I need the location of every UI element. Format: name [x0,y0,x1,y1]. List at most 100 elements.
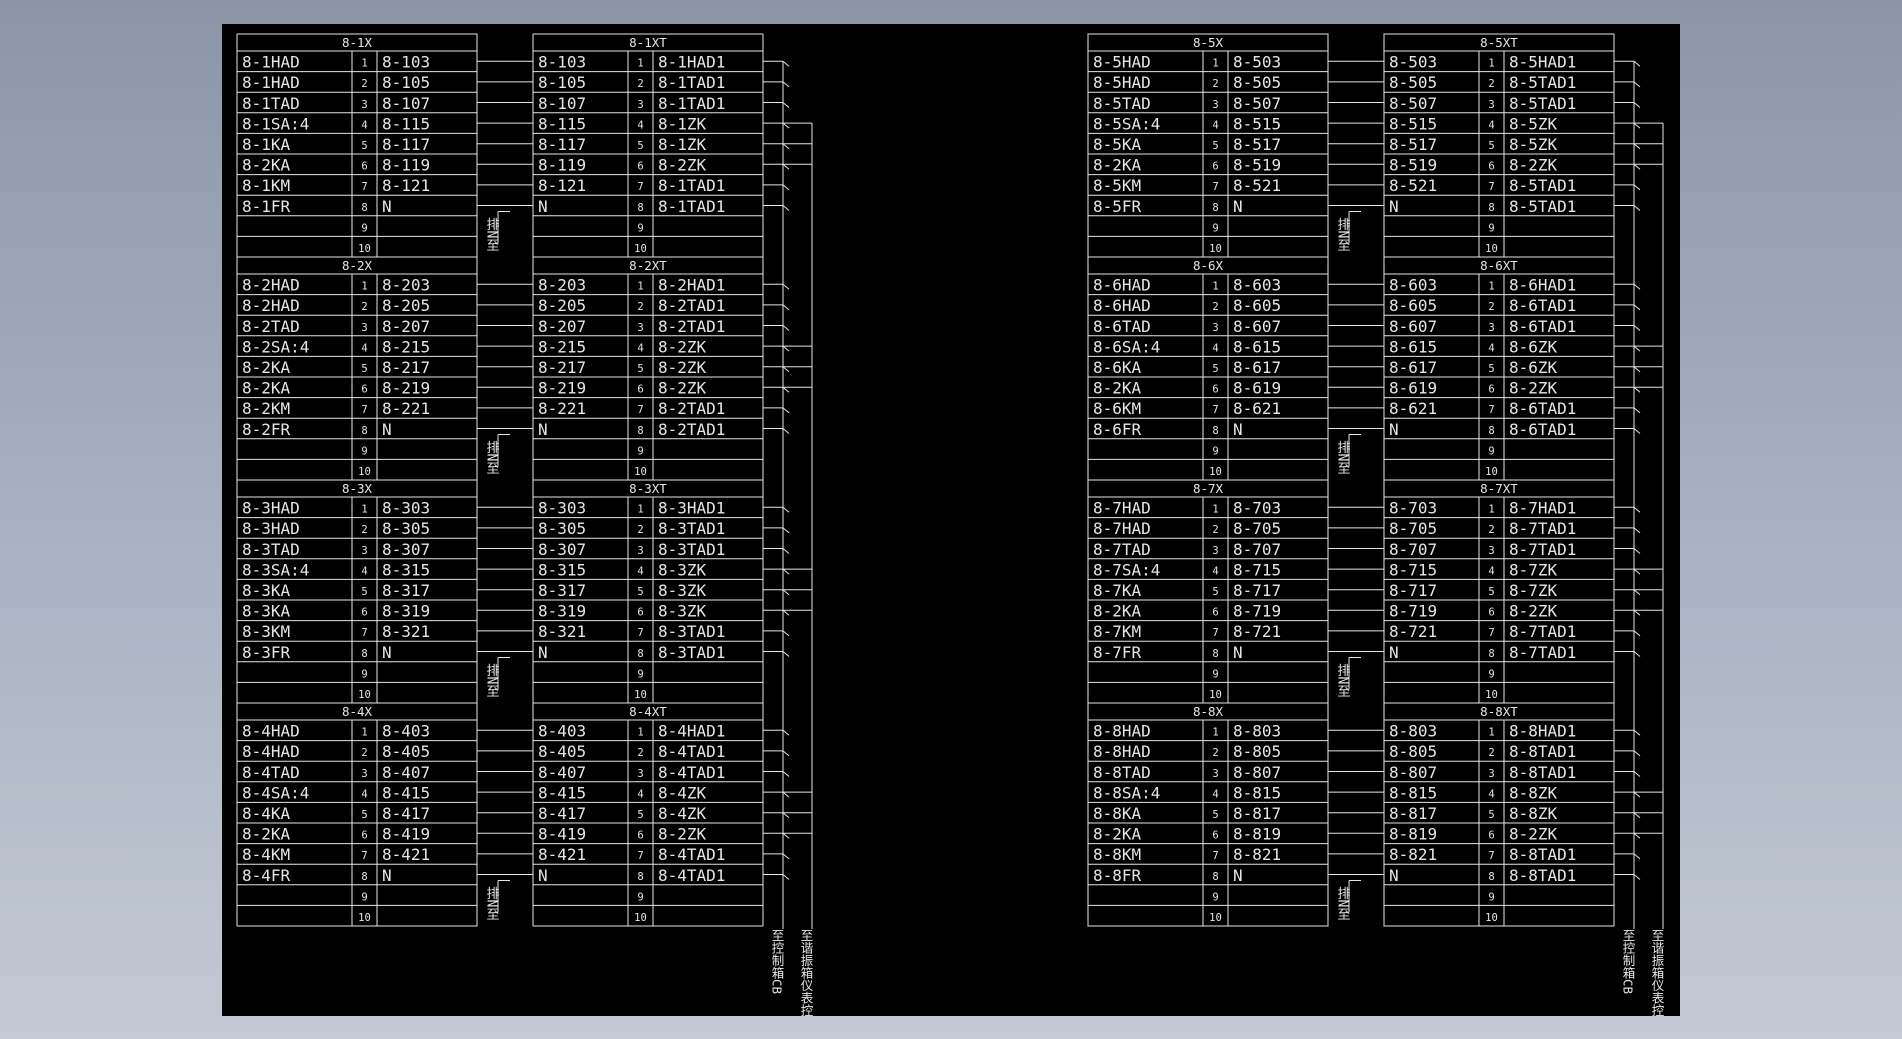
terminal-cell: 8-221 [382,399,430,418]
terminal-number: 9 [1212,668,1218,680]
terminal-number: 2 [361,747,367,759]
x-terminal-block: 8-2X 8-2HAD 1 8-203 8-2HAD 2 8-205 8-2TAD 3 8-207… [236,256,478,481]
terminal-number: 2 [361,524,367,536]
terminal-number: 4 [1488,119,1494,131]
terminal-cell: 8-4TAD1 [658,845,725,864]
output-tick [1633,791,1641,798]
output-tick [1633,184,1641,191]
terminal-number: 3 [1488,322,1494,334]
terminal-number: 10 [1209,912,1222,924]
terminal-number: 3 [637,768,643,780]
terminal-cell: 8-519 [1233,156,1281,175]
terminal-cell: 8-507 [1233,94,1281,113]
terminal-number: 1 [637,504,643,516]
output-tick [782,407,790,414]
terminal-cell: 8-319 [382,602,430,621]
terminal-number: 6 [637,161,643,173]
block-title: 8-1XT [629,35,667,50]
terminal-cell: 8-517 [1389,135,1437,154]
terminal-cell: 8-415 [382,783,430,802]
terminal-cell: 8-1HAD [242,73,300,92]
terminal-number: 7 [1488,181,1494,193]
terminal-cell: 8-415 [538,783,586,802]
terminal-cell: 8-717 [1233,581,1281,600]
terminal-number: 7 [361,404,367,416]
terminal-number: 4 [637,342,643,354]
terminal-number: 3 [1488,768,1494,780]
block-title: 8-2X [342,258,373,273]
terminal-number: 4 [1212,565,1218,577]
terminal-cell: 8-4FR [242,866,291,885]
terminal-cell: 8-8TAD1 [1509,866,1576,885]
terminal-cell: 8-4HAD [242,722,300,741]
terminal-cell: 8-621 [1389,399,1437,418]
terminal-cell: 8-7TAD1 [1509,519,1576,538]
terminal-cell: 8-2KA [1093,379,1142,398]
terminal-cell: 8-107 [382,94,430,113]
terminal-number: 6 [637,384,643,396]
output-tick [782,568,790,575]
terminal-cell: 8-1KM [242,176,290,195]
block-title: 8-1X [342,35,373,50]
block-title: 8-3X [342,481,373,496]
terminal-cell: 8-805 [1233,742,1281,761]
output-tick [782,729,790,736]
terminal-cell: 8-2HAD [242,296,300,315]
terminal-cell: 8-1TAD1 [658,73,725,92]
terminal-cell: 8-3TAD1 [658,622,725,641]
x-terminal-block: 8-8X 8-8HAD 1 8-803 8-8HAD 2 8-805 8-8TAD 3 8-807… [1087,702,1329,927]
terminal-number: 9 [637,445,643,457]
terminal-number: 9 [1212,891,1218,903]
output-tick [782,386,790,393]
terminal-number: 7 [361,181,367,193]
terminal-cell: 8-7ZK [1509,581,1558,600]
output-tick [782,60,790,67]
terminal-cell: 8-119 [382,156,430,175]
output-tick [1633,407,1641,414]
terminal-number: 2 [1488,301,1494,313]
terminal-cell: 8-2TAD [242,317,300,336]
terminal-number: 8 [361,425,367,437]
terminal-cell: 8-719 [1233,602,1281,621]
terminal-number: 10 [358,466,371,478]
x-terminal-block: 8-3X 8-3HAD 1 8-303 8-3HAD 2 8-305 8-3TAD 3 8-307… [236,479,478,704]
terminal-cell: 8-605 [1389,296,1437,315]
terminal-cell: 8-303 [538,499,586,518]
output-tick [782,651,790,657]
terminal-cell: 8-3FR [242,643,291,662]
terminal-number: 1 [1212,281,1218,293]
terminal-cell: 8-6HAD1 [1509,276,1576,295]
terminal-cell: 8-2ZK [1509,379,1558,398]
terminal-number: 8 [637,202,643,214]
terminal-cell: 8-2HAD [242,276,300,295]
terminal-cell: 8-505 [1233,73,1281,92]
terminal-cell: 8-3ZK [658,560,707,579]
terminal-cell: 8-807 [1233,763,1281,782]
terminal-cell: 8-307 [382,540,430,559]
terminal-cell: 8-1TAD [242,94,300,113]
terminal-cell: 8-2ZK [658,825,707,844]
terminal-number: 5 [361,140,367,152]
terminal-number: 1 [1212,504,1218,516]
terminal-cell: N [1389,866,1399,885]
terminal-number: 2 [1488,747,1494,759]
terminal-cell: 8-815 [1389,783,1437,802]
terminal-cell: 8-2ZK [1509,156,1558,175]
terminal-number: 9 [361,668,367,680]
terminal-number: 3 [637,99,643,111]
terminal-cell: 8-3TAD1 [658,519,725,538]
terminal-number: 3 [637,322,643,334]
terminal-number: 6 [1488,161,1494,173]
x-terminal-block: 8-1X 8-1HAD 1 8-103 8-1HAD 2 8-105 8-1TAD 3 8-107… [236,33,478,258]
terminal-cell: 8-417 [382,804,430,823]
terminal-cell: N [1389,420,1399,439]
output-tick [1633,366,1641,373]
terminal-cell: 8-7TAD1 [1509,643,1576,662]
output-tick [1633,548,1641,554]
terminal-cell: 8-103 [382,53,430,72]
terminal-number: 1 [1488,58,1494,70]
terminal-cell: N [1233,197,1243,216]
terminal-cell: 8-521 [1233,176,1281,195]
terminal-cell: 8-5SA:4 [1093,114,1160,133]
terminal-cell: N [538,197,548,216]
